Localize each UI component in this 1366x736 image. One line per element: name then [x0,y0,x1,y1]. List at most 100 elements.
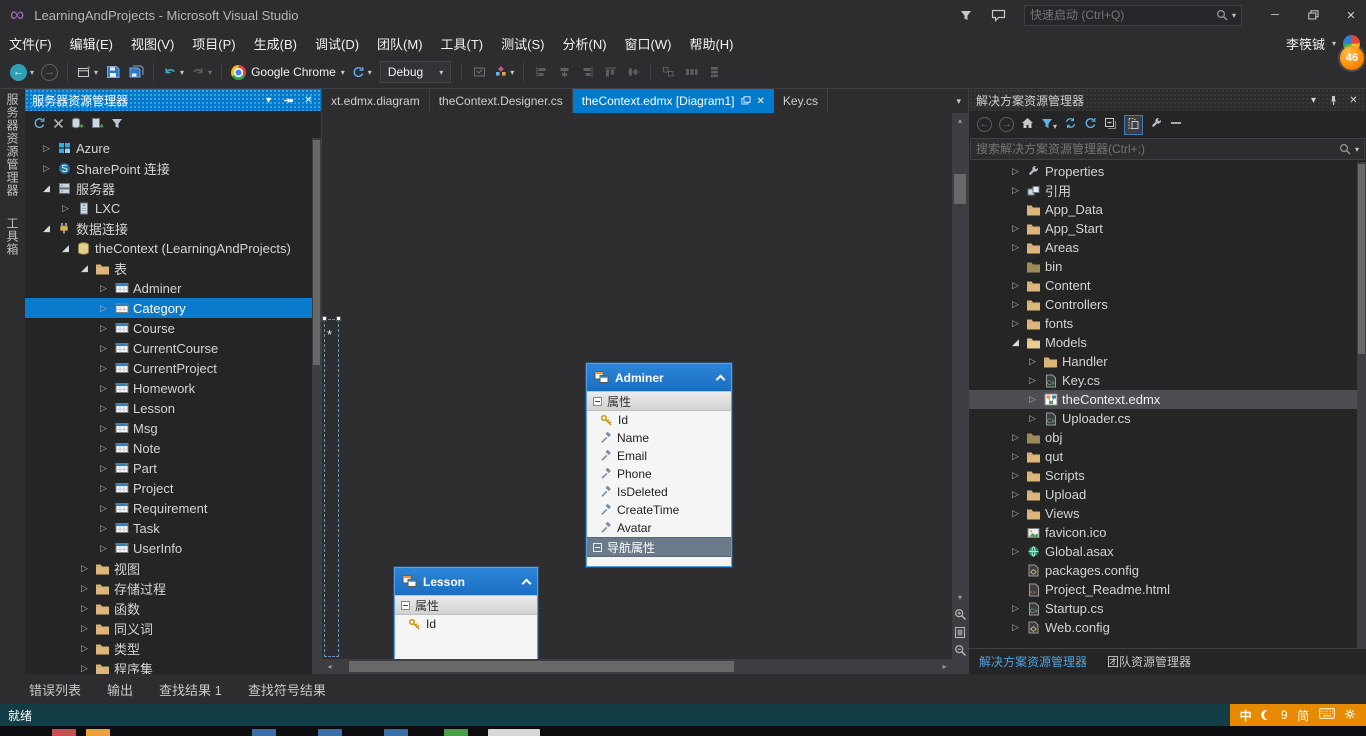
nav-back-circle-button[interactable]: ← [977,117,992,132]
expander-collapsed-icon[interactable]: ▷ [1007,280,1024,291]
solution-explorer-header[interactable]: 解决方案资源管理器 ▾ ✕ [969,89,1366,111]
taskbar-app-icon[interactable] [318,729,342,736]
menu-工具[interactable]: 工具(T) [432,31,493,56]
entity-Lesson[interactable]: Lesson属性Id [394,567,538,659]
tree-item-qut[interactable]: ▷qut [969,447,1366,466]
fit-page-button[interactable] [952,623,968,641]
expander-collapsed-icon[interactable]: ▷ [95,483,112,494]
document-tab-xt.edmx.diagram[interactable]: xt.edmx.diagram [322,89,430,113]
tree-item-存储过程[interactable]: ▷存储过程 [25,578,321,598]
solution-search-box[interactable]: ▾ [970,138,1365,160]
entity-section-属性[interactable]: 属性 [587,391,731,411]
tool-window-tab-查找结果 1[interactable]: 查找结果 1 [146,680,235,699]
menu-分析[interactable]: 分析(N) [553,31,615,56]
toolbar-align-left-button[interactable] [531,60,551,84]
expander-expanded-icon[interactable]: ◢ [38,223,55,234]
tree-item-Scripts[interactable]: ▷Scripts [969,466,1366,485]
entity-property-Id[interactable]: Id [587,411,731,429]
stop-refresh-button[interactable] [53,117,64,132]
expander-collapsed-icon[interactable]: ▷ [95,283,112,294]
collapse-all-button[interactable] [1104,117,1117,133]
ime-moon-icon[interactable] [1261,710,1271,720]
edmx-designer-canvas[interactable]: * Adminer属性IdNameEmailPhoneIsDeletedCrea… [322,113,952,659]
expander-collapsed-icon[interactable]: ▷ [76,643,93,654]
pin-icon[interactable] [280,95,297,106]
document-list-dropdown-icon[interactable]: ▾ [949,96,968,107]
toolbar-intellitrace-button[interactable]: ▾ [492,60,516,84]
entity-header[interactable]: Adminer [587,364,731,391]
quick-launch-box[interactable]: ▾ [1024,5,1242,26]
tree-item-Course[interactable]: ▷Course [25,318,321,338]
expander-collapsed-icon[interactable]: ▷ [1007,242,1024,253]
expander-collapsed-icon[interactable]: ▷ [95,363,112,374]
home-button[interactable] [1021,117,1034,132]
expander-collapsed-icon[interactable]: ▷ [38,163,55,174]
expander-collapsed-icon[interactable]: ▷ [57,203,74,214]
tree-item-Project[interactable]: ▷Project [25,478,321,498]
menu-帮助[interactable]: 帮助(H) [680,31,742,56]
tree-item-Startup.cs[interactable]: ▷C#Startup.cs [969,599,1366,618]
tool-window-tab-查找符号结果[interactable]: 查找符号结果 [235,680,339,699]
taskbar-app-icon[interactable] [384,729,408,736]
keyboard-icon[interactable] [1319,708,1335,722]
tree-item-theContext.edmx[interactable]: ▷theContext.edmx [969,390,1366,409]
entity-Adminer[interactable]: Adminer属性IdNameEmailPhoneIsDeletedCreate… [586,363,732,567]
scrollbar-thumb[interactable] [954,174,966,204]
expander-collapsed-icon[interactable]: ▷ [1007,299,1024,310]
refresh-blue-button[interactable] [33,117,46,133]
nav-forward-circle-button[interactable]: → [999,117,1014,132]
tree-item-类型[interactable]: ▷类型 [25,638,321,658]
entity-property-Name[interactable]: Name [587,429,731,447]
tree-item-App_Start[interactable]: ▷App_Start [969,219,1366,238]
expander-collapsed-icon[interactable]: ▷ [95,323,112,334]
menu-调试[interactable]: 调试(D) [306,31,368,56]
tree-item-bin[interactable]: bin [969,257,1366,276]
funnel-icon[interactable] [954,10,978,21]
server-explorer-header[interactable]: 服务器资源管理器 ▾ ✕ [25,89,321,111]
tree-item-UserInfo[interactable]: ▷UserInfo [25,538,321,558]
tree-item-Properties[interactable]: ▷Properties [969,162,1366,181]
scrollbar[interactable] [312,138,321,674]
tree-item-Controllers[interactable]: ▷Controllers [969,295,1366,314]
entity-property-Email[interactable]: Email [587,447,731,465]
minimize-button[interactable]: ─ [1260,3,1290,27]
expander-collapsed-icon[interactable]: ▷ [1007,451,1024,462]
toolbar-space-across-button[interactable] [681,60,701,84]
expander-collapsed-icon[interactable]: ▷ [95,443,112,454]
tree-item-同义词[interactable]: ▷同义词 [25,618,321,638]
tree-item-Task[interactable]: ▷Task [25,518,321,538]
ime-language-bar[interactable]: 中 9 简 [1230,704,1366,726]
entity-header[interactable]: Lesson [395,568,537,595]
pin-icon[interactable] [1325,95,1342,106]
entity-section-属性[interactable]: 属性 [395,595,537,615]
expander-collapsed-icon[interactable]: ▷ [76,663,93,674]
toolbar-nav-forward-button[interactable]: → [39,60,60,84]
tree-item-Web.config[interactable]: ▷Web.config [969,618,1366,637]
tree-item-服务器[interactable]: ◢服务器 [25,178,321,198]
quick-launch-input[interactable] [1030,8,1212,22]
entity-property-CreateTime[interactable]: CreateTime [587,501,731,519]
toolbar-nav-back-button[interactable]: ←▾ [8,60,36,84]
taskbar-app-icon[interactable] [86,729,110,736]
tree-item-函数[interactable]: ▷函数 [25,598,321,618]
toolbar-align-middle-button[interactable] [623,60,643,84]
tree-item-App_Data[interactable]: App_Data [969,200,1366,219]
expander-collapsed-icon[interactable]: ▷ [1007,603,1024,614]
signed-in-user[interactable]: 李筷铖 [1286,34,1325,53]
entity-section-导航属性[interactable]: 导航属性 [587,537,731,557]
tree-item-fonts[interactable]: ▷fonts [969,314,1366,333]
expander-collapsed-icon[interactable]: ▷ [95,543,112,554]
expander-collapsed-icon[interactable]: ▷ [95,343,112,354]
expander-collapsed-icon[interactable]: ▷ [95,383,112,394]
gear-icon[interactable] [1344,708,1356,723]
collapse-chevron-icon[interactable] [716,375,726,385]
sync-button[interactable] [1064,117,1077,132]
tree-item-数据连接[interactable]: ◢数据连接 [25,218,321,238]
expander-collapsed-icon[interactable]: ▷ [1007,470,1024,481]
document-tab-theContext.Designer.cs[interactable]: theContext.Designer.cs [430,89,573,113]
tree-item-Key.cs[interactable]: ▷C#Key.cs [969,371,1366,390]
tree-item-SharePoint 连接[interactable]: ▷SharePoint 连接 [25,158,321,178]
refresh-blue-button[interactable] [1084,117,1097,133]
zoom-out-button[interactable] [952,641,968,659]
document-tab-Key.cs[interactable]: Key.cs [774,89,828,113]
